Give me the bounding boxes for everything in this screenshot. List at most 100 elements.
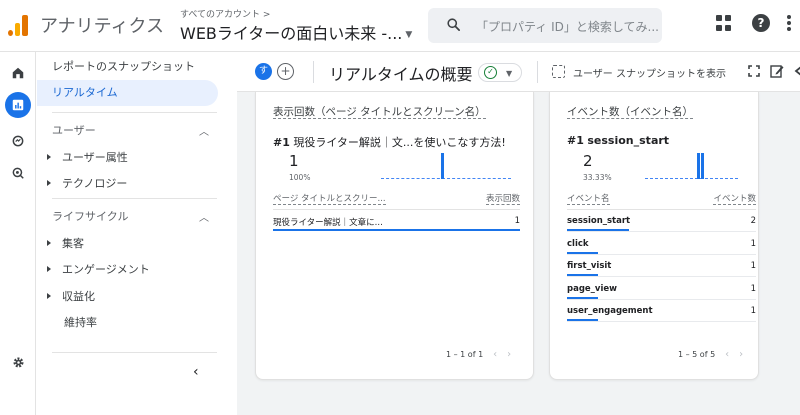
nav-item-engagement[interactable]: エンゲージメント [47, 261, 150, 277]
collapse-chevron-icon[interactable]: ‹ [193, 364, 199, 380]
expand-arrow-icon [47, 154, 51, 160]
caret-down-icon: ▼ [506, 69, 513, 78]
sparkline-bar [701, 153, 704, 179]
event-name: first_visit [567, 261, 612, 271]
row-divider [567, 321, 756, 322]
status-dropdown[interactable]: ✓ ▼ [478, 63, 522, 82]
expand-arrow-icon [47, 240, 51, 246]
expand-arrow-icon [47, 293, 51, 299]
nav-item-demographics[interactable]: ユーザー属性 [47, 149, 128, 165]
top-item-value: 1 [289, 152, 299, 170]
nav-item-monetization[interactable]: 収益化 [47, 288, 95, 304]
top-bar: アナリティクス すべてのアカウント > WEBライターの面白い未来 -... ▼ … [0, 0, 800, 52]
avatar[interactable]: す [255, 63, 272, 80]
edit-icon[interactable] [770, 64, 784, 78]
caret-down-icon: ▼ [405, 29, 413, 40]
event-name: click [567, 238, 589, 249]
nav-section-user[interactable]: ユーザー [52, 122, 96, 138]
sparkline-chart [645, 148, 738, 179]
search-placeholder: 「プロパティ ID」と検索してみ... [476, 20, 659, 34]
prev-page-icon[interactable]: ‹ [725, 349, 729, 360]
row-share-bar [273, 229, 520, 231]
user-snapshot-button[interactable]: ユーザー スナップショットを表示 [573, 65, 726, 80]
event-name: session_start [567, 216, 631, 226]
divider [52, 112, 217, 113]
event-count: 1 [750, 306, 756, 316]
sparkline-chart [381, 148, 511, 179]
advertising-icon[interactable] [5, 160, 31, 186]
main-content: す + リアルタイムの概要 ✓ ▼ ユーザー スナップショットを表示 表示回数（… [237, 52, 800, 415]
settings-icon[interactable] [5, 349, 31, 375]
snapshot-icon[interactable] [552, 65, 565, 78]
table-row[interactable]: session_start 2 [567, 210, 756, 232]
column-header[interactable]: イベント名 [567, 192, 610, 205]
divider [537, 61, 538, 83]
left-rail [0, 52, 36, 415]
table-row[interactable]: first_visit 1 [567, 255, 756, 277]
analytics-logo-icon[interactable] [8, 14, 30, 36]
report-navigation: レポートのスナップショット リアルタイム ユーザー ︿ ユーザー属性 テクノロジ… [37, 52, 237, 390]
page-title: リアルタイムの概要 [329, 65, 473, 84]
nav-item-realtime[interactable]: リアルタイム [37, 80, 218, 106]
card-title: イベント数（イベント名） [567, 106, 693, 119]
top-item-percent: 100% [289, 173, 311, 182]
more-vert-icon[interactable] [787, 15, 792, 33]
reports-icon[interactable] [5, 92, 31, 118]
top-item-percent: 33.33% [583, 173, 612, 182]
top-item-value: 2 [583, 152, 593, 170]
share-icon[interactable] [794, 66, 800, 76]
sparkline-bar [697, 153, 700, 179]
check-circle-icon: ✓ [484, 66, 497, 79]
next-page-icon[interactable]: › [507, 349, 511, 360]
column-header[interactable]: 表示回数 [485, 192, 520, 205]
explore-icon[interactable] [5, 128, 31, 154]
events-card: イベント数（イベント名） #1 session_start 2 33.33% イ… [549, 92, 759, 380]
event-count: 2 [750, 216, 756, 226]
event-count: 1 [750, 238, 756, 249]
table-row[interactable]: user_engagement 1 [567, 300, 756, 322]
nav-item-technology[interactable]: テクノロジー [47, 175, 127, 191]
event-name: page_view [567, 283, 617, 294]
expand-arrow-icon [47, 266, 51, 272]
nav-item-snapshot[interactable]: レポートのスナップショット [37, 54, 218, 80]
property-selector[interactable]: WEBライターの面白い未来 -... ▼ [180, 20, 412, 44]
table-header: ページ タイトルとスクリー... 表示回数 [273, 192, 520, 206]
property-name: WEBライターの面白い未来 -... [180, 24, 403, 43]
divider [52, 198, 217, 199]
card-title: 表示回数（ページ タイトルとスクリーン名） [273, 106, 486, 119]
apps-grid-icon[interactable] [716, 15, 732, 31]
event-name: user_engagement [567, 306, 653, 316]
nav-section-lifecycle[interactable]: ライフサイクル [52, 208, 128, 224]
pagination: 1 – 5 of 5 ‹ › [678, 349, 744, 360]
divider [52, 352, 217, 353]
column-header[interactable]: ページ タイトルとスクリー... [273, 192, 386, 205]
help-icon[interactable]: ? [752, 14, 770, 32]
prev-page-icon[interactable]: ‹ [493, 349, 497, 360]
table-row[interactable]: 現役ライター解説｜文章に... 1 [273, 210, 520, 232]
table-header: イベント名 イベント数 [567, 192, 756, 206]
views-card: 表示回数（ページ タイトルとスクリーン名） #1 現役ライター解説｜文...を使… [255, 92, 534, 380]
app-title[interactable]: アナリティクス [40, 12, 164, 38]
search-icon [447, 18, 460, 31]
sparkline-bar [441, 153, 444, 179]
expand-arrow-icon [47, 180, 51, 186]
report-header: す + リアルタイムの概要 ✓ ▼ ユーザー スナップショットを表示 [237, 52, 800, 92]
table-row[interactable]: click 1 [567, 233, 756, 255]
nav-item-retention[interactable]: 維持率 [64, 314, 97, 330]
fullscreen-icon[interactable] [748, 65, 760, 77]
add-comparison-button[interactable]: + [277, 63, 294, 80]
event-count: 1 [750, 261, 756, 271]
pagination: 1 – 1 of 1 ‹ › [446, 349, 512, 360]
divider [313, 61, 314, 83]
top-item-label: #1 session_start [567, 134, 670, 147]
search-box[interactable]: 「プロパティ ID」と検索してみ... [428, 8, 662, 43]
table-row[interactable]: page_view 1 [567, 278, 756, 300]
chevron-up-icon[interactable]: ︿ [199, 209, 209, 224]
chevron-up-icon[interactable]: ︿ [199, 123, 209, 138]
account-breadcrumb[interactable]: すべてのアカウント > [180, 7, 270, 20]
home-icon[interactable] [5, 60, 31, 86]
next-page-icon[interactable]: › [739, 349, 743, 360]
nav-item-acquisition[interactable]: 集客 [47, 235, 84, 251]
column-header[interactable]: イベント数 [713, 192, 756, 205]
event-count: 1 [750, 283, 756, 294]
